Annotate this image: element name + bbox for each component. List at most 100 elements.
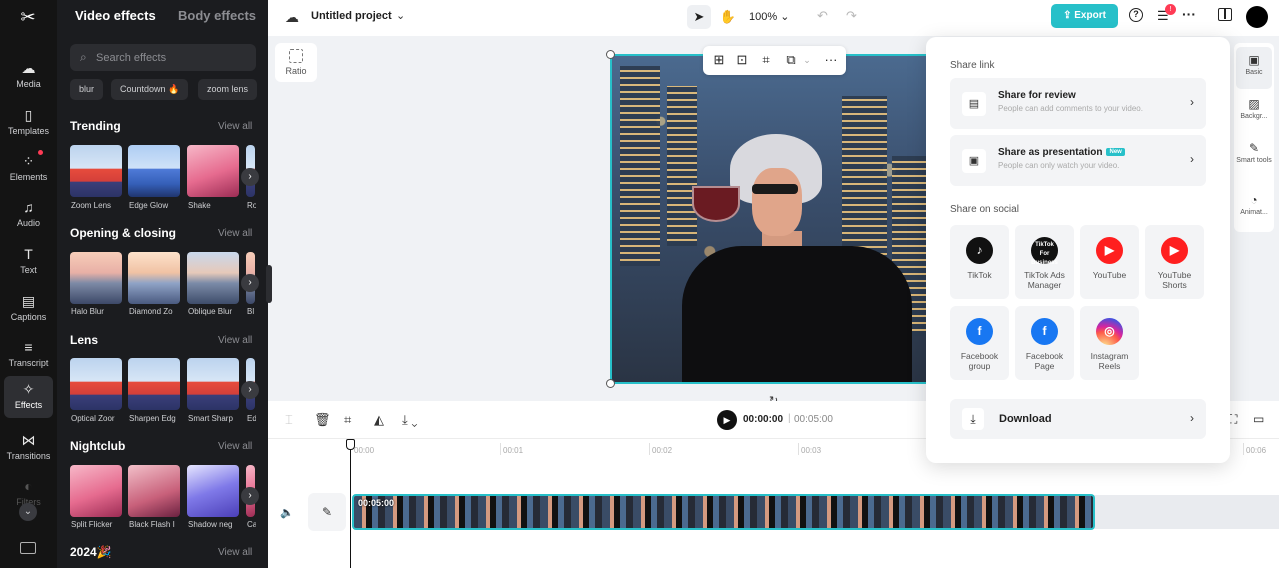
cloud-save-icon[interactable]: ☁	[285, 9, 299, 26]
opening-closing-next-button[interactable]: ›	[241, 274, 259, 292]
share-facebook-page[interactable]: f Facebook Page	[1015, 306, 1074, 380]
effect-thumb-black-flash[interactable]	[128, 465, 180, 517]
ruler-tick	[649, 443, 650, 455]
flip-icon[interactable]: ◭	[374, 412, 384, 428]
section-title-nightclub: Nightclub	[70, 439, 126, 453]
keyboard-icon[interactable]	[20, 542, 36, 554]
help-icon[interactable]: ?	[1129, 8, 1143, 22]
redo-icon[interactable]: ↷	[846, 8, 857, 24]
share-tiktok-ads-manager[interactable]: TikTok For Business TikTok Ads Manager	[1015, 225, 1074, 299]
effect-thumb-shake[interactable]	[187, 145, 239, 197]
undo-icon[interactable]: ↶	[817, 8, 828, 24]
prop-label: Animat...	[1240, 209, 1268, 216]
play-button[interactable]: ▶	[717, 410, 737, 430]
mask-icon[interactable]: ⧉	[783, 52, 799, 68]
resize-handle-top-left[interactable]	[606, 50, 615, 59]
effect-label: Zoom Lens	[71, 201, 112, 210]
avatar[interactable]	[1246, 6, 1268, 28]
select-tool-button[interactable]: ➤	[687, 5, 711, 29]
chip-blur[interactable]: blur	[70, 79, 104, 100]
capcut-logo-icon[interactable]: ✂	[16, 7, 40, 27]
view-all-trending[interactable]: View all	[218, 121, 252, 132]
share-instagram-reels[interactable]: ◎ Instagram Reels	[1080, 306, 1139, 380]
view-all-2024[interactable]: View all	[218, 547, 252, 558]
tab-body-effects[interactable]: Body effects	[178, 8, 256, 23]
prop-item-basic[interactable]: ▣ Basic	[1236, 47, 1272, 89]
tab-video-effects[interactable]: Video effects	[75, 8, 156, 23]
fullscreen-icon[interactable]: ⛶	[1229, 412, 1237, 427]
rail-item-effects[interactable]: ✧ Effects	[4, 376, 53, 418]
effect-thumb-split-flicker[interactable]	[70, 465, 122, 517]
collapse-panel-handle[interactable]	[266, 265, 272, 303]
video-preview[interactable]	[610, 54, 940, 384]
edit-cover-button[interactable]: ✎	[308, 493, 346, 531]
project-title[interactable]: Untitled project	[311, 10, 392, 22]
speaker-icon[interactable]: 🔈	[280, 506, 294, 519]
effect-thumb-oblique-blur[interactable]	[187, 252, 239, 304]
effect-thumb-smart-sharp[interactable]	[187, 358, 239, 410]
view-all-nightclub[interactable]: View all	[218, 441, 252, 452]
ratio-button[interactable]: Ratio	[275, 43, 317, 82]
effect-thumb-sharpen-edge[interactable]	[128, 358, 180, 410]
zoom-level-dropdown[interactable]: 100% ⌄	[749, 10, 789, 23]
share-social-heading: Share on social	[950, 204, 1019, 215]
effect-thumb-shadow-neg[interactable]	[187, 465, 239, 517]
video-clip[interactable]: 00:05:00	[352, 494, 1095, 530]
share-youtube[interactable]: ▶ YouTube	[1080, 225, 1139, 299]
delete-icon[interactable]: 🗑	[314, 412, 331, 428]
crop-icon[interactable]: ⌗	[344, 412, 351, 428]
rail-item-templates[interactable]: ▯ Templates	[4, 102, 53, 144]
prop-item-animation[interactable]: ◔ Animat...	[1236, 187, 1272, 229]
download-icon[interactable]: ⤓ ⌄	[402, 412, 418, 428]
expand-rail-button[interactable]: ⌄	[19, 503, 37, 521]
more-options-icon[interactable]: ···	[1182, 6, 1196, 22]
share-facebook-group[interactable]: f Facebook group	[950, 306, 1009, 380]
effect-thumb-diamond-zoom[interactable]	[128, 252, 180, 304]
rail-item-captions[interactable]: ▤ Captions	[4, 288, 53, 330]
chevron-down-icon[interactable]: ⌄	[799, 55, 815, 66]
view-all-opening-closing[interactable]: View all	[218, 228, 252, 239]
effect-thumb-halo-blur[interactable]	[70, 252, 122, 304]
layout-panel-icon[interactable]	[1218, 8, 1232, 21]
fit-frame-icon[interactable]: ⊡	[734, 52, 750, 68]
playhead-line	[350, 439, 351, 568]
trending-next-button[interactable]: ›	[241, 168, 259, 186]
share-for-review-button[interactable]: ▤ Share for review People can add commen…	[950, 78, 1206, 129]
effect-thumb-zoom-lens[interactable]	[70, 145, 122, 197]
hand-icon: ✋	[719, 9, 737, 24]
more-options-icon[interactable]: ···	[823, 52, 839, 67]
time-separator: |	[788, 413, 791, 424]
crop-icon[interactable]: ⌗	[758, 52, 774, 68]
share-tiktok[interactable]: ♪ TikTok	[950, 225, 1009, 299]
export-button[interactable]: ⇪ Export	[1051, 4, 1118, 28]
share-as-presentation-button[interactable]: ▣ Share as presentation New People can on…	[950, 135, 1206, 186]
chevron-down-icon[interactable]: ⌄	[396, 9, 405, 22]
playhead-handle[interactable]	[346, 439, 355, 450]
nightclub-next-button[interactable]: ›	[241, 487, 259, 505]
replace-media-icon[interactable]: ⊞	[711, 52, 727, 68]
effect-thumb-optical-zoom[interactable]	[70, 358, 122, 410]
monitor-icon[interactable]: ▭	[1253, 412, 1264, 426]
prop-label: Smart tools	[1236, 157, 1272, 164]
resize-handle-bottom-left[interactable]	[606, 379, 615, 388]
rail-item-text[interactable]: T Text	[4, 241, 53, 283]
prop-item-smart-tools[interactable]: ✎ Smart tools	[1236, 135, 1272, 183]
lens-next-button[interactable]: ›	[241, 381, 259, 399]
rail-item-media[interactable]: ☁ Media	[4, 55, 53, 97]
rail-item-transcript[interactable]: ≡ Transcript	[4, 334, 53, 376]
split-icon[interactable]: ⌶	[285, 412, 293, 428]
ratio-label: Ratio	[285, 66, 307, 76]
rail-item-audio[interactable]: ♫ Audio	[4, 194, 53, 236]
download-button[interactable]: ⤓ Download ›	[950, 399, 1206, 439]
hand-tool-button[interactable]: ✋	[716, 5, 740, 29]
effect-thumb-edge-glow[interactable]	[128, 145, 180, 197]
chip-zoom-lens[interactable]: zoom lens	[198, 79, 258, 100]
prop-item-background[interactable]: ▨ Backgr...	[1236, 91, 1272, 133]
rail-item-elements[interactable]: ⁘ Elements	[4, 148, 53, 190]
view-all-lens[interactable]: View all	[218, 335, 252, 346]
facebook-icon: f	[966, 318, 993, 345]
rail-item-transitions[interactable]: ⋈ Transitions	[4, 427, 53, 469]
chip-countdown[interactable]: Countdown 🔥	[111, 79, 189, 100]
share-youtube-shorts[interactable]: ▶ YouTube Shorts	[1145, 225, 1204, 299]
search-input[interactable]	[96, 44, 251, 71]
